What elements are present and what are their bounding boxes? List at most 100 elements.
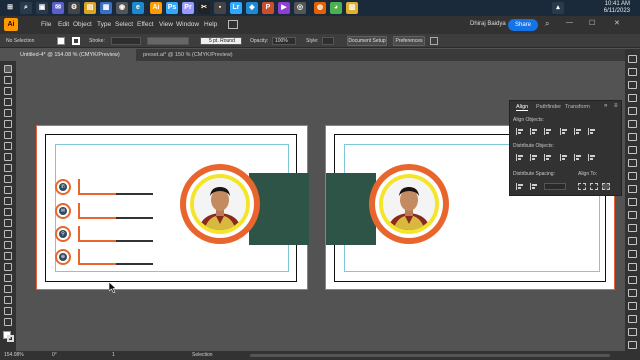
character-icon[interactable] <box>628 276 637 284</box>
shape-builder-tool-icon[interactable] <box>4 219 12 227</box>
gradient-icon[interactable] <box>628 224 637 232</box>
selection-tool-icon[interactable] <box>4 65 12 73</box>
maximize-icon[interactable]: ☐ <box>589 19 595 27</box>
hand-tool-icon[interactable] <box>4 307 12 315</box>
opacity-field[interactable]: 100% <box>272 37 296 45</box>
distribute-option-5-icon[interactable] <box>574 154 582 161</box>
align-option-6-icon[interactable] <box>588 128 596 135</box>
ppt-icon[interactable]: P <box>262 2 274 14</box>
menu-type[interactable]: Type <box>97 21 111 28</box>
menu-effect[interactable]: Effect <box>137 21 154 28</box>
stroke-swatch[interactable] <box>72 37 80 45</box>
fill-swatch[interactable] <box>57 37 65 45</box>
width-tool-icon[interactable] <box>4 197 12 205</box>
menu-object[interactable]: Object <box>73 21 92 28</box>
app-icon[interactable]: ◎ <box>294 2 306 14</box>
distribute-option-3-icon[interactable] <box>544 154 552 161</box>
swatches-icon[interactable] <box>628 146 637 154</box>
tab-preset[interactable]: preset.ai* @ 150 % (CMYK/Preview) <box>139 49 254 61</box>
align-to-artboard-icon[interactable] <box>602 183 610 190</box>
stroke-icon[interactable] <box>628 211 637 219</box>
links-icon[interactable] <box>628 250 637 258</box>
shaper-tool-icon[interactable] <box>4 153 12 161</box>
layers-icon[interactable] <box>628 68 637 76</box>
menu-window[interactable]: Window <box>176 21 199 28</box>
capcut-icon[interactable]: ✂ <box>198 2 210 14</box>
pathfinder-icon[interactable] <box>628 107 637 115</box>
align-option-4-icon[interactable] <box>560 128 568 135</box>
artboard-tool-icon[interactable] <box>4 296 12 304</box>
search-icon[interactable]: ⌕ <box>20 2 32 14</box>
spacing-option-1-icon[interactable] <box>516 183 524 190</box>
graph-tool-icon[interactable] <box>4 285 12 293</box>
arrange-icon[interactable] <box>430 37 438 45</box>
info-icon[interactable] <box>628 341 637 349</box>
illustrator-icon[interactable]: Ai <box>150 2 162 14</box>
opentype-icon[interactable] <box>628 302 637 310</box>
minimize-icon[interactable]: — <box>566 19 573 26</box>
transparency-icon[interactable] <box>628 237 637 245</box>
paragraph-icon[interactable] <box>628 289 637 297</box>
distribute-option-4-icon[interactable] <box>560 154 568 161</box>
paintbrush-tool-icon[interactable] <box>4 142 12 150</box>
artboard-1[interactable]: ✆ ✉ ⚲ ⊕ <box>36 125 309 290</box>
store-icon[interactable]: ▦ <box>100 2 112 14</box>
rotate-tool-icon[interactable] <box>4 175 12 183</box>
edge-icon[interactable]: e <box>132 2 144 14</box>
style-select[interactable] <box>322 37 334 45</box>
stroke-color-icon[interactable] <box>7 335 14 342</box>
align-to-selection-icon[interactable] <box>578 183 586 190</box>
blend-tool-icon[interactable] <box>4 263 12 271</box>
tab-untitled-4[interactable]: Untitled-4* @ 154.08 % (CMYK/Preview) <box>16 49 136 61</box>
firefox-icon[interactable]: ◍ <box>314 2 326 14</box>
color-icon[interactable] <box>628 133 637 141</box>
artboards-icon[interactable] <box>628 328 637 336</box>
tab-transform[interactable]: Transform <box>565 104 590 110</box>
windows-start-icon[interactable]: ⊞ <box>4 2 16 14</box>
distribute-option-6-icon[interactable] <box>588 154 596 161</box>
variable-width-select[interactable] <box>147 37 189 45</box>
share-button[interactable]: Share <box>508 19 538 31</box>
panel-collapse-icon[interactable]: » <box>604 103 607 109</box>
gradient-tool-icon[interactable] <box>4 241 12 249</box>
direct-selection-tool-icon[interactable] <box>4 76 12 84</box>
transform-icon[interactable] <box>628 120 637 128</box>
align-to-key-object-icon[interactable] <box>590 183 598 190</box>
file-explorer-icon[interactable]: ▤ <box>84 2 96 14</box>
zoom-tool-icon[interactable] <box>4 318 12 326</box>
menu-select[interactable]: Select <box>115 21 133 28</box>
menu-view[interactable]: View <box>159 21 173 28</box>
type-tool-icon[interactable] <box>4 109 12 117</box>
curvature-tool-icon[interactable] <box>4 98 12 106</box>
symbols-icon[interactable] <box>628 172 637 180</box>
spacing-field[interactable] <box>544 183 566 190</box>
line-tool-icon[interactable] <box>4 120 12 128</box>
menu-help[interactable]: Help <box>204 21 217 28</box>
properties-icon[interactable] <box>628 55 637 63</box>
rotation-field[interactable]: 0° <box>52 352 57 358</box>
align-option-1-icon[interactable] <box>516 128 524 135</box>
clock[interactable]: 10:41 AM 6/11/2023 <box>604 1 630 15</box>
align-option-2-icon[interactable] <box>530 128 538 135</box>
eraser-tool-icon[interactable] <box>4 164 12 172</box>
chat-icon[interactable]: ✉ <box>52 2 64 14</box>
menu-edit[interactable]: Edit <box>58 21 69 28</box>
workspace-switcher-icon[interactable] <box>228 20 238 29</box>
stroke-weight-field[interactable] <box>111 37 141 45</box>
appearance-icon[interactable] <box>628 198 637 206</box>
premiere-icon[interactable]: Pr <box>182 2 194 14</box>
tab-align[interactable]: Align <box>516 104 529 111</box>
vscode-icon[interactable]: ◆ <box>246 2 258 14</box>
align-option-5-icon[interactable] <box>574 128 582 135</box>
spacing-option-2-icon[interactable] <box>530 183 538 190</box>
preferences-button[interactable]: Preferences <box>393 36 425 46</box>
task-view-icon[interactable]: ▣ <box>36 2 48 14</box>
settings-icon[interactable]: ⚙ <box>68 2 80 14</box>
graphic-styles-icon[interactable] <box>628 185 637 193</box>
camera-icon[interactable]: ◉ <box>116 2 128 14</box>
search-icon[interactable]: ⌕ <box>545 19 549 29</box>
horizontal-scrollbar[interactable] <box>250 354 610 357</box>
asset-export-icon[interactable] <box>628 315 637 323</box>
panel-menu-icon[interactable]: ≡ <box>614 103 618 109</box>
export-icon[interactable] <box>628 263 637 271</box>
